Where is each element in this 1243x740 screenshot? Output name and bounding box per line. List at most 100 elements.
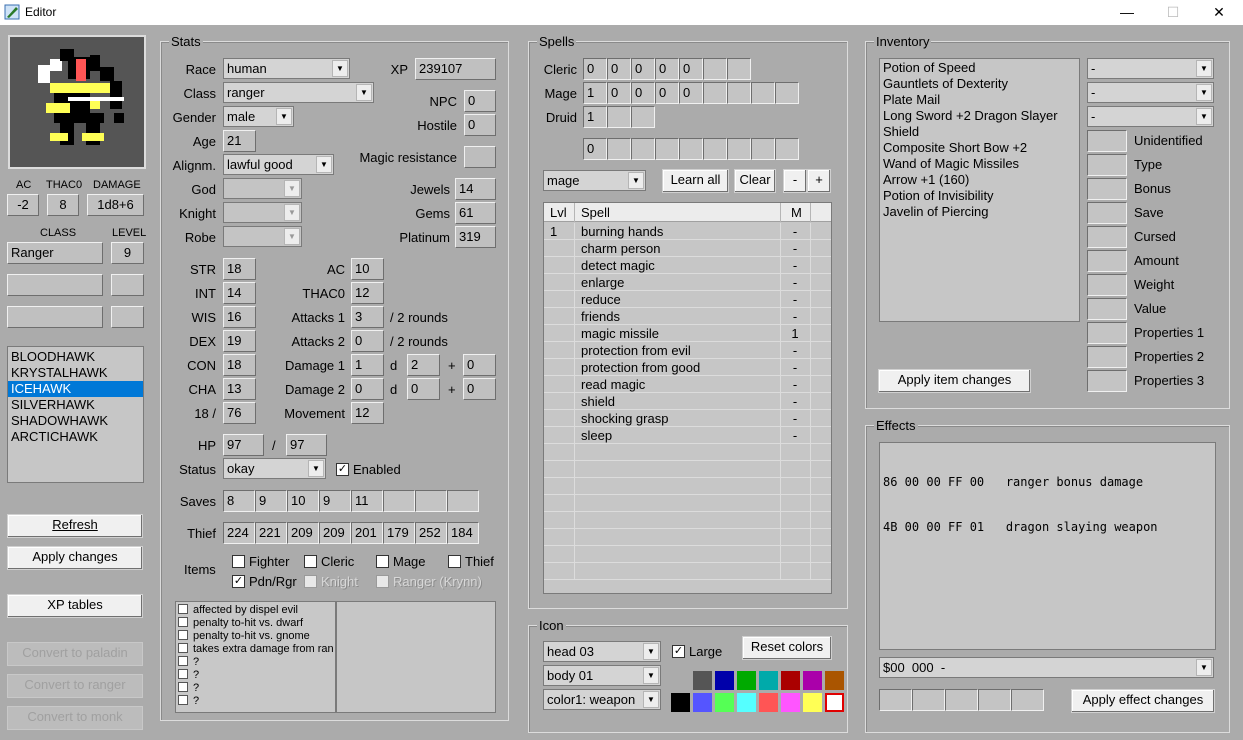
apply-item-changes-button[interactable]: Apply item changes — [878, 369, 1031, 393]
effect-item[interactable]: 86 00 00 FF 00 ranger bonus damage — [883, 475, 1212, 490]
effect-selector[interactable]: $00 000 - ▼ — [879, 657, 1214, 678]
inventory-item[interactable]: Wand of Magic Missiles — [880, 156, 1079, 172]
damage1-dice-count[interactable]: 1 — [351, 354, 384, 376]
gems-input[interactable]: 61 — [455, 202, 496, 224]
spell-row[interactable]: shield - — [544, 393, 831, 410]
effect-item[interactable]: 4B 00 00 FF 01 dragon slaying weapon — [883, 520, 1212, 535]
cha-input[interactable]: 13 — [223, 378, 256, 400]
damage2-bonus[interactable]: 0 — [463, 378, 496, 400]
spell-row[interactable]: read magic - — [544, 376, 831, 393]
inventory-item[interactable]: Javelin of Piercing — [880, 204, 1079, 220]
item-property-value[interactable] — [1087, 298, 1127, 320]
convert-monk-button[interactable]: Convert to monk — [7, 706, 143, 730]
flag-checkbox[interactable] — [178, 682, 188, 692]
mage-slot[interactable]: 0 — [655, 82, 679, 104]
spell-row[interactable] — [544, 478, 831, 495]
apply-changes-button[interactable]: Apply changes — [7, 546, 143, 570]
mage-slot[interactable]: 1 — [583, 82, 607, 104]
platinum-input[interactable]: 319 — [455, 226, 496, 248]
effect-byte-2[interactable] — [912, 689, 945, 711]
exceptional-str-input[interactable]: 76 — [223, 402, 256, 424]
cleric-slot[interactable]: 0 — [583, 58, 607, 80]
convert-ranger-button[interactable]: Convert to ranger — [7, 674, 143, 698]
inventory-item[interactable]: Shield — [880, 124, 1079, 140]
druid-slot[interactable] — [607, 106, 631, 128]
inventory-item[interactable]: Plate Mail — [880, 92, 1079, 108]
xp-tables-button[interactable]: XP tables — [7, 594, 143, 618]
spell-row[interactable]: reduce - — [544, 291, 831, 308]
character-item-selected[interactable]: ICEHAWK — [8, 381, 143, 397]
damage1-dice-sides[interactable]: 2 — [407, 354, 440, 376]
color-swatch[interactable] — [693, 671, 712, 690]
effect-byte-4[interactable] — [978, 689, 1011, 711]
mage-slot[interactable]: 0 — [679, 82, 703, 104]
hp-input[interactable]: 97 — [223, 434, 264, 456]
maximize-button[interactable]: ☐ — [1150, 0, 1196, 25]
flag-item[interactable]: affected by dispel evil — [178, 604, 298, 617]
extra-slot[interactable] — [679, 138, 703, 160]
hp-max-input[interactable]: 97 — [286, 434, 327, 456]
attacks2-input[interactable]: 0 — [351, 330, 384, 352]
close-button[interactable]: ✕ — [1196, 0, 1242, 25]
ranger-krynn-checkbox[interactable] — [376, 575, 389, 588]
color-swatch[interactable] — [759, 671, 778, 690]
color-swatch[interactable] — [737, 671, 756, 690]
race-select[interactable]: human ▼ — [223, 58, 350, 79]
cleric-checkbox[interactable] — [304, 555, 317, 568]
druid-slot[interactable]: 1 — [583, 106, 607, 128]
extra-slot[interactable] — [775, 138, 799, 160]
extra-slot[interactable] — [655, 138, 679, 160]
inventory-item[interactable]: Long Sword +2 Dragon Slayer — [880, 108, 1079, 124]
mage-slot[interactable]: 0 — [631, 82, 655, 104]
flag-item[interactable]: ? — [178, 682, 199, 695]
flag-item[interactable]: ? — [178, 695, 199, 708]
cleric-slot[interactable]: 0 — [655, 58, 679, 80]
mage-checkbox[interactable] — [376, 555, 389, 568]
spell-row[interactable]: friends - — [544, 308, 831, 325]
inventory-dropdown-2[interactable]: - ▼ — [1087, 82, 1214, 103]
item-property-value[interactable] — [1087, 130, 1127, 152]
cleric-slot[interactable]: 0 — [607, 58, 631, 80]
save-value[interactable]: 9 — [255, 490, 287, 512]
item-property-value[interactable] — [1087, 226, 1127, 248]
apply-effect-changes-button[interactable]: Apply effect changes — [1071, 689, 1215, 713]
character-item[interactable]: SILVERHAWK — [8, 397, 143, 413]
thief-skill-value[interactable]: 209 — [319, 522, 351, 544]
item-property-value[interactable] — [1087, 178, 1127, 200]
dex-input[interactable]: 19 — [223, 330, 256, 352]
effect-byte-5[interactable] — [1011, 689, 1044, 711]
wis-input[interactable]: 16 — [223, 306, 256, 328]
inventory-item[interactable]: Arrow +1 (160) — [880, 172, 1079, 188]
character-item[interactable]: ARCTICHAWK — [8, 429, 143, 445]
col-lvl-header[interactable]: Lvl — [550, 205, 567, 221]
save-value[interactable]: 10 — [287, 490, 319, 512]
spell-row[interactable]: magic missile 1 — [544, 325, 831, 342]
cleric-slot[interactable]: 0 — [679, 58, 703, 80]
thief-skill-value[interactable]: 184 — [447, 522, 479, 544]
flag-checkbox[interactable] — [178, 617, 188, 627]
inventory-item[interactable]: Gauntlets of Dexterity — [880, 76, 1079, 92]
inventory-item[interactable]: Potion of Speed — [880, 60, 1079, 76]
jewels-input[interactable]: 14 — [455, 178, 496, 200]
int-input[interactable]: 14 — [223, 282, 256, 304]
flag-checkbox[interactable] — [178, 669, 188, 679]
mage-slot[interactable] — [751, 82, 775, 104]
flag-item[interactable]: penalty to-hit vs. dwarf — [178, 617, 303, 630]
color-swatch[interactable] — [803, 693, 822, 712]
flag-item[interactable]: penalty to-hit vs. gnome — [178, 630, 310, 643]
thief-skill-value[interactable]: 201 — [351, 522, 383, 544]
save-value[interactable] — [383, 490, 415, 512]
str-input[interactable]: 18 — [223, 258, 256, 280]
extra-slot[interactable] — [751, 138, 775, 160]
spell-row[interactable]: protection from good - — [544, 359, 831, 376]
cleric-slot[interactable] — [703, 58, 727, 80]
spell-row[interactable]: detect magic - — [544, 257, 831, 274]
spell-row[interactable]: enlarge - — [544, 274, 831, 291]
knight-checkbox[interactable] — [304, 575, 317, 588]
magic-resistance-input[interactable] — [464, 146, 496, 168]
cleric-slot[interactable] — [727, 58, 751, 80]
flag-checkbox[interactable] — [178, 643, 188, 653]
flag-checkbox[interactable] — [178, 604, 188, 614]
enabled-checkbox[interactable]: ✓ — [336, 463, 349, 476]
color-swatch[interactable] — [803, 671, 822, 690]
